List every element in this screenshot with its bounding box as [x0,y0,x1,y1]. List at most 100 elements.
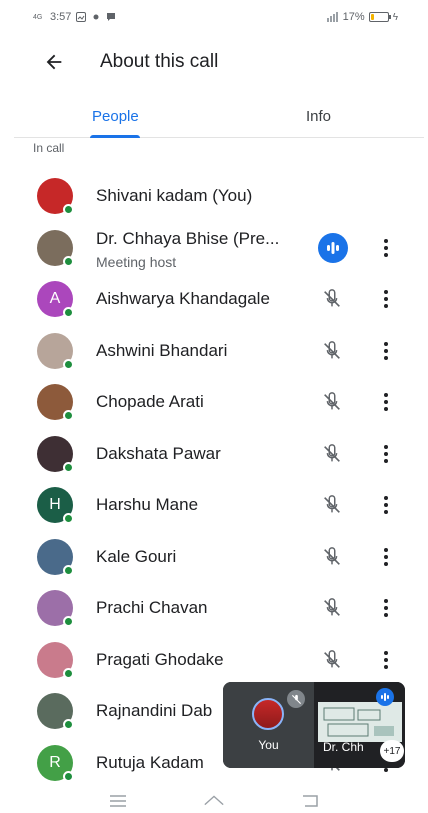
participant-name: Harshu Mane [96,495,199,514]
pip-screen-thumbnail [318,702,402,742]
participant-row[interactable]: Prachi Chavan [0,582,428,634]
more-options-button[interactable] [376,234,396,262]
participant-name: Rutuja Kadam [96,752,204,772]
section-label-in-call: In call [33,141,65,155]
tab-info[interactable]: Info [306,94,331,138]
battery-icon [368,12,391,22]
participant-row[interactable]: Pragati Ghodake [0,634,428,686]
presence-dot [63,461,74,473]
back-nav-button[interactable] [299,791,321,811]
status-right: 17% ϟ [326,11,398,23]
participant-row[interactable]: Kale Gouri [0,531,428,583]
participant-row[interactable]: Chopade Arati [0,376,428,428]
menu-icon [110,794,126,807]
presence-dot [63,616,74,627]
network-indicator: 4G [33,13,43,21]
pip-self-label: You [258,738,279,752]
mic-off-icon [318,337,346,365]
tab-indicator [90,135,140,138]
presence-dot [63,255,74,267]
pip-mic-off-icon [287,690,305,708]
participant-row[interactable]: Dakshata Pawar [0,428,428,480]
more-vert-icon [384,341,388,360]
pip-extra-count: +17 [380,740,404,762]
status-bar: 4G 3:57 17% ϟ [0,0,428,34]
more-vert-icon [384,650,388,669]
pip-self-avatar [252,698,284,730]
more-options-button[interactable] [376,594,396,622]
more-vert-icon [384,547,388,566]
more-vert-icon [384,290,388,308]
more-options-button[interactable] [376,388,396,416]
pip-window[interactable]: You Dr. Chh +17 [223,682,405,768]
tab-bar: People Info [14,94,424,138]
presence-dot [63,307,74,318]
participant-name: Aishwarya Khandagale [96,289,270,308]
charging-icon: ϟ [392,11,398,23]
home-icon [204,794,224,805]
more-options-button[interactable] [376,646,396,674]
participant-name: Dr. Chhaya Bhise (Pre... [96,228,280,248]
more-options-button[interactable] [376,285,396,313]
presence-dot [63,564,74,576]
dot-notification-icon [93,14,99,20]
more-vert-icon [384,496,388,514]
participant-name: Pragati Ghodake [96,649,224,669]
more-options-button[interactable] [376,440,396,468]
participant-name: Kale Gouri [96,546,177,566]
mic-off-icon [318,440,346,468]
home-nav-button[interactable] [203,791,225,811]
participant-name: Dakshata Pawar [96,443,221,463]
message-notification-icon [107,13,116,21]
status-time: 3:57 [50,11,72,23]
participant-row[interactable]: H Harshu Mane [0,479,428,531]
more-vert-icon [384,393,388,411]
presence-dot [63,410,74,421]
presence-dot [63,719,74,730]
pip-speaking-icon [376,688,394,706]
presence-dot [63,513,74,524]
presence-dot [63,770,74,782]
participant-row[interactable]: A Aishwarya Khandagale [0,273,428,325]
more-vert-icon [384,599,388,617]
tab-people[interactable]: People [92,94,139,138]
presence-dot [63,667,74,679]
app-bar: About this call [0,38,428,86]
menu-nav-button[interactable] [107,791,129,811]
pip-self-tile: You [223,682,314,768]
more-vert-icon [384,444,388,463]
mic-off-icon [318,646,346,674]
participant-name: Shivani kadam (You) [96,186,253,205]
presence-dot [63,358,74,370]
participant-name: Rajnandini Dab [96,701,213,720]
signal-icon [326,12,338,22]
more-options-button[interactable] [376,491,396,519]
mic-off-icon [318,594,346,622]
participant-name: Chopade Arati [96,392,204,411]
pip-host-tile: Dr. Chh +17 [314,682,405,768]
back-nav-icon [303,794,318,807]
participant-name: Ashwini Bhandari [96,340,228,360]
more-options-button[interactable] [376,543,396,571]
presence-dot [63,204,74,215]
participant-row[interactable]: Shivani kadam (You) [0,170,428,222]
battery-level [370,14,374,20]
mic-off-icon [318,491,346,519]
participant-name: Prachi Chavan [96,598,208,617]
mic-off-icon [318,388,346,416]
mic-off-icon [318,543,346,571]
participant-row[interactable]: Dr. Chhaya Bhise (Pre... Meeting host [0,222,428,274]
back-button[interactable] [26,38,82,86]
battery-percent: 17% [342,11,365,23]
pip-host-label: Dr. Chh [323,740,364,754]
more-options-button[interactable] [376,337,396,365]
page-title: About this call [100,51,219,72]
participant-role: Meeting host [96,253,177,270]
gallery-notification-icon [76,12,87,22]
status-left: 4G 3:57 [33,11,116,23]
pip-shared-screen [318,702,402,742]
mic-off-icon [318,285,346,313]
participant-row[interactable]: Ashwini Bhandari [0,325,428,377]
system-nav-bar [0,788,428,813]
more-vert-icon [384,238,388,257]
